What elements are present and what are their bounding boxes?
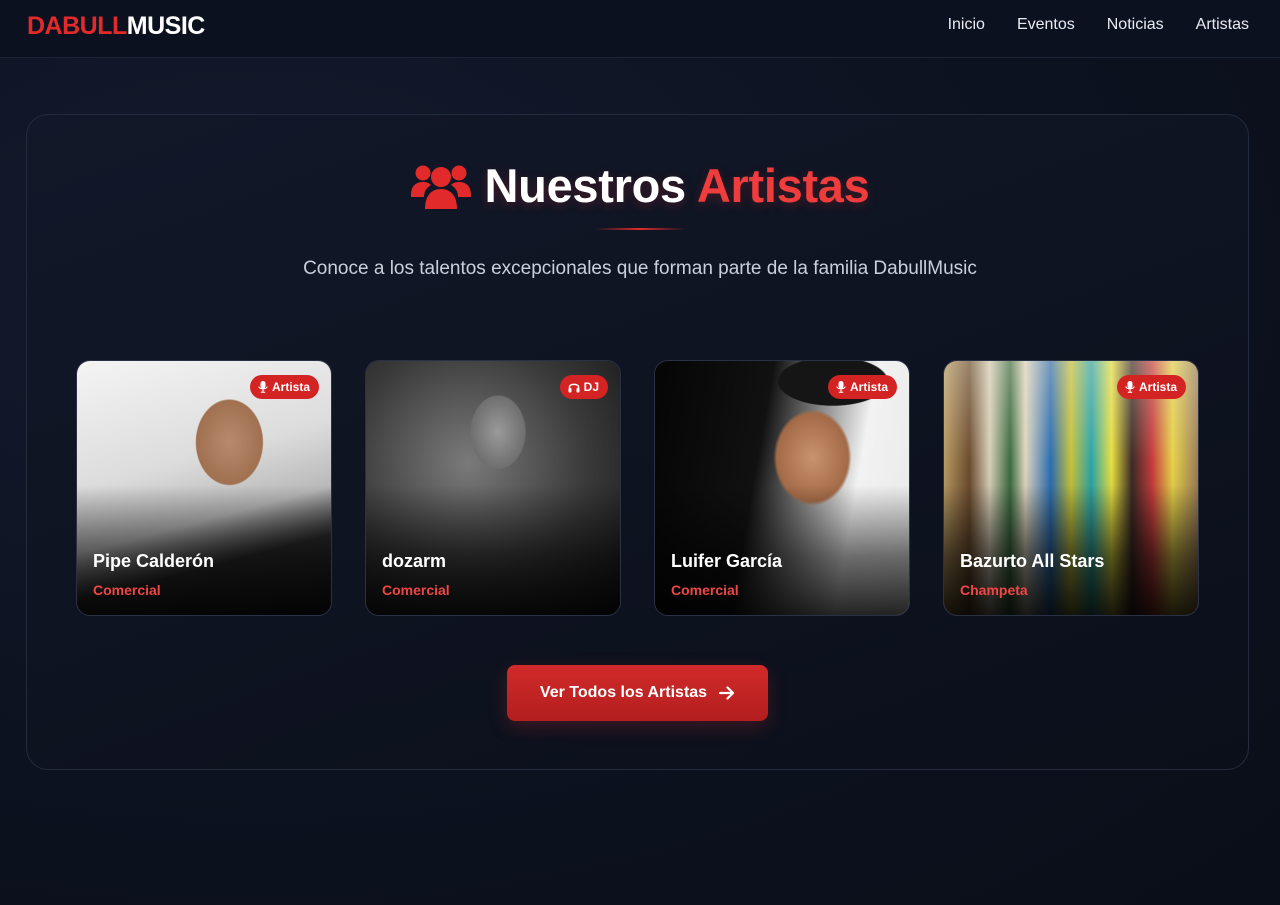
- users-icon: [410, 165, 471, 209]
- badge-label: DJ: [583, 380, 599, 394]
- section-title: Nuestros Artistas: [485, 158, 870, 213]
- main-nav: Inicio Eventos Noticias Artistas: [948, 16, 1249, 34]
- artist-type-badge: Artista: [249, 375, 319, 399]
- microphone-icon: [1125, 381, 1135, 393]
- section-title-accent: Artistas: [696, 159, 870, 212]
- brand-logo[interactable]: DABULLMUSIC: [27, 12, 205, 41]
- artist-name: Bazurto All Stars: [960, 551, 1105, 571]
- artist-name: Pipe Calderón: [93, 551, 215, 571]
- section-title-main: Nuestros: [484, 159, 687, 212]
- badge-label: Artista: [1138, 380, 1177, 394]
- microphone-icon: [258, 381, 268, 393]
- artist-card[interactable]: Artista Luifer García Comercial: [654, 360, 910, 616]
- view-all-artists-label: Ver Todos los Artistas: [539, 684, 708, 701]
- brand-logo-part2: MUSIC: [126, 12, 206, 40]
- nav-link-artistas[interactable]: Artistas: [1196, 16, 1249, 34]
- nav-link-noticias[interactable]: Noticias: [1107, 16, 1164, 34]
- nav-link-eventos[interactable]: Eventos: [1017, 16, 1075, 34]
- artist-card[interactable]: DJ dozarm Comercial: [365, 360, 621, 616]
- artist-name: dozarm: [382, 551, 447, 571]
- headphones-icon: [568, 383, 580, 393]
- artist-genre: Champeta: [960, 582, 1028, 598]
- title-underline-divider: [595, 228, 685, 230]
- nav-link-inicio[interactable]: Inicio: [948, 16, 985, 34]
- artist-type-badge: Artista: [827, 375, 897, 399]
- view-all-artists-button[interactable]: Ver Todos los Artistas: [507, 665, 768, 721]
- artist-card[interactable]: Artista Bazurto All Stars Champeta: [943, 360, 1199, 616]
- artist-genre: Comercial: [93, 582, 161, 598]
- artist-genre: Comercial: [382, 582, 450, 598]
- top-navbar: DABULLMUSIC Inicio Eventos Noticias Arti…: [0, 0, 1280, 58]
- section-heading: Nuestros Artistas: [0, 158, 1280, 213]
- artist-genre: Comercial: [671, 582, 739, 598]
- artist-type-badge: Artista: [1116, 375, 1186, 399]
- badge-label: Artista: [849, 380, 888, 394]
- brand-logo-part1: DABULL: [27, 12, 127, 40]
- artist-name: Luifer García: [671, 551, 783, 571]
- arrow-right-icon: [719, 686, 735, 700]
- badge-label: Artista: [271, 380, 310, 394]
- microphone-icon: [836, 381, 846, 393]
- section-subtitle: Conoce a los talentos excepcionales que …: [303, 258, 977, 279]
- artist-type-badge: DJ: [559, 375, 608, 399]
- artist-card[interactable]: Artista Pipe Calderón Comercial: [76, 360, 332, 616]
